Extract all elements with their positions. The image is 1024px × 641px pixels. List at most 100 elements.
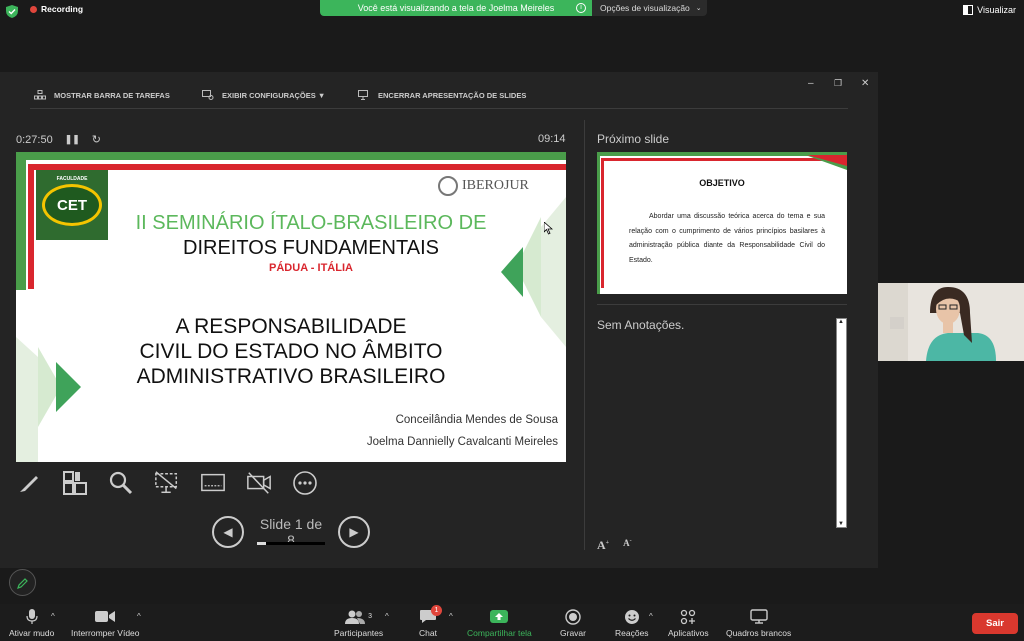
- mute-button[interactable]: Ativar mudo: [9, 608, 54, 638]
- video-camera-icon: [95, 611, 116, 622]
- elapsed-time: 0:27:50: [16, 133, 53, 146]
- notes-divider[interactable]: [597, 304, 847, 305]
- font-size-controls: A+ A-: [597, 538, 632, 553]
- record-label: Gravar: [560, 628, 586, 638]
- participants-button[interactable]: 3 Participantes: [334, 608, 383, 638]
- display-settings-icon: [202, 90, 214, 100]
- scroll-down-icon[interactable]: ▼: [838, 521, 844, 527]
- speaker-notes[interactable]: Sem Anotações.: [597, 318, 684, 332]
- slide-counter[interactable]: Slide 1 de 8: [256, 516, 326, 548]
- share-screen-button[interactable]: Compartilhar tela: [467, 608, 532, 638]
- reactions-label: Reações: [615, 628, 649, 638]
- slide-progress-fill: [257, 542, 266, 545]
- slide-decor-left: [16, 337, 81, 462]
- apps-button[interactable]: Aplicativos: [668, 608, 709, 638]
- view-layout-icon: [963, 5, 974, 15]
- slide-green-bar: [16, 152, 566, 160]
- current-clock: 09:14: [538, 133, 566, 145]
- pointer-options-icon[interactable]: [154, 470, 180, 496]
- slide-main-title: A RESPONSABILIDADE CIVIL DO ESTADO NO ÂM…: [116, 314, 466, 389]
- close-icon[interactable]: ✕: [861, 78, 869, 89]
- recording-indicator[interactable]: Recording: [30, 4, 83, 14]
- view-options-dropdown[interactable]: Opções de visualização ⌄: [592, 0, 707, 16]
- recording-dot-icon: [30, 5, 37, 13]
- share-screen-icon: [490, 610, 509, 623]
- taskbar-icon: [34, 90, 46, 100]
- leave-meeting-button[interactable]: Sair: [972, 613, 1018, 634]
- apps-icon: [681, 609, 696, 624]
- zoom-window: Recording Você está visualizando a tela …: [0, 0, 1024, 641]
- main-title-line1: A RESPONSABILIDADE: [175, 315, 407, 338]
- smiley-icon: [624, 609, 639, 624]
- camera-off-icon[interactable]: [246, 470, 272, 496]
- main-title-line2: CIVIL DO ESTADO NO ÂMBITO: [139, 340, 443, 363]
- reactions-button[interactable]: Reações: [615, 608, 649, 638]
- participants-count: 3: [368, 613, 373, 620]
- increase-font-icon[interactable]: A+: [597, 538, 609, 553]
- screen-share-banner: Você está visualizando a tela de Joelma …: [320, 0, 592, 16]
- annotate-button[interactable]: [9, 569, 36, 596]
- globe-icon: [438, 176, 458, 196]
- whiteboard-icon: [749, 609, 768, 624]
- show-taskbar-button[interactable]: MOSTRAR BARRA DE TAREFAS: [34, 90, 170, 100]
- whiteboards-button[interactable]: Quadros brancos: [726, 608, 791, 638]
- reset-timer-icon[interactable]: ↻: [92, 133, 101, 146]
- end-slideshow-label: ENCERRAR APRESENTAÇÃO DE SLIDES: [378, 90, 527, 100]
- slide-tools: [16, 470, 318, 496]
- record-icon: [565, 608, 581, 625]
- previous-slide-button[interactable]: ◀: [212, 516, 244, 548]
- more-options-icon[interactable]: [292, 470, 318, 496]
- end-slideshow-button[interactable]: ENCERRAR APRESENTAÇÃO DE SLIDES: [358, 90, 526, 100]
- participants-options-icon[interactable]: ^: [385, 612, 389, 621]
- chat-options-icon[interactable]: ^: [449, 612, 453, 621]
- toolbar-divider: [30, 108, 848, 109]
- slide-decor-right: [501, 197, 566, 347]
- zoom-icon[interactable]: [108, 470, 134, 496]
- display-settings-label: EXIBIR CONFIGURAÇÕES ▼: [222, 90, 326, 100]
- info-icon[interactable]: i: [576, 3, 586, 13]
- participants-label: Participantes: [334, 628, 384, 638]
- share-banner-text: Você está visualizando a tela de Joelma …: [357, 3, 555, 13]
- whiteboards-label: Quadros brancos: [726, 628, 792, 638]
- see-all-slides-icon[interactable]: [62, 470, 88, 496]
- chat-label: Chat: [419, 628, 437, 638]
- video-options-icon[interactable]: ^: [137, 612, 141, 621]
- slide-title-line1: II SEMINÁRIO ÍTALO-BRASILEIRO DE: [135, 212, 487, 234]
- next-slide-button[interactable]: ▶: [338, 516, 370, 548]
- chevron-down-icon: ⌄: [695, 5, 702, 12]
- next-slide-label: Próximo slide: [597, 132, 670, 146]
- panel-divider[interactable]: [584, 120, 585, 550]
- slide-progress-bar: [257, 542, 325, 545]
- show-taskbar-label: MOSTRAR BARRA DE TAREFAS: [54, 90, 170, 100]
- participant-video[interactable]: [878, 283, 1024, 361]
- participants-icon: [345, 610, 366, 624]
- subtitles-icon[interactable]: [200, 470, 226, 496]
- shield-check-icon[interactable]: [6, 5, 18, 18]
- participant-video-image: [878, 283, 1024, 361]
- current-slide[interactable]: CET FACULDADE IBEROJUR II SEMINÁRIO ÍTAL…: [16, 152, 566, 462]
- next-slide-text: Abordar uma discussão teórica acerca do …: [629, 213, 825, 264]
- view-options-label: Opções de visualização: [600, 3, 690, 13]
- pen-icon[interactable]: [16, 470, 42, 496]
- pause-icon[interactable]: ❚❚: [65, 134, 80, 145]
- slide-navigation: ◀ Slide 1 de 8 ▶: [212, 516, 370, 548]
- slide-author-2: Joelma Dannielly Cavalcanti Meireles: [366, 436, 558, 448]
- view-button[interactable]: Visualizar: [963, 5, 1016, 15]
- decrease-font-icon[interactable]: A-: [623, 538, 632, 553]
- microphone-icon: [26, 608, 38, 624]
- scroll-up-icon[interactable]: ▲: [838, 319, 844, 325]
- stop-video-button[interactable]: Interromper Vídeo: [71, 608, 140, 638]
- record-button[interactable]: Gravar: [560, 608, 586, 638]
- chat-unread-badge: 1: [431, 605, 442, 616]
- pencil-icon: [16, 577, 28, 589]
- main-title-line3: ADMINISTRATIVO BRASILEIRO: [136, 365, 446, 388]
- mute-options-icon[interactable]: ^: [51, 612, 55, 621]
- reactions-options-icon[interactable]: ^: [649, 612, 653, 621]
- meeting-controls: Ativar mudo ^ Interromper Vídeo ^ 3 Part…: [0, 604, 1024, 641]
- notes-scrollbar[interactable]: ▲ ▼: [836, 318, 847, 528]
- display-settings-button[interactable]: EXIBIR CONFIGURAÇÕES ▼: [202, 90, 325, 100]
- slide-subtitle: PÁDUA - ITÁLIA: [269, 262, 353, 274]
- next-slide-preview[interactable]: OBJETIVO Abordar uma discussão teórica a…: [597, 152, 847, 294]
- share-screen-label: Compartilhar tela: [467, 628, 532, 638]
- cet-logo-caption: FACULDADE: [56, 176, 88, 182]
